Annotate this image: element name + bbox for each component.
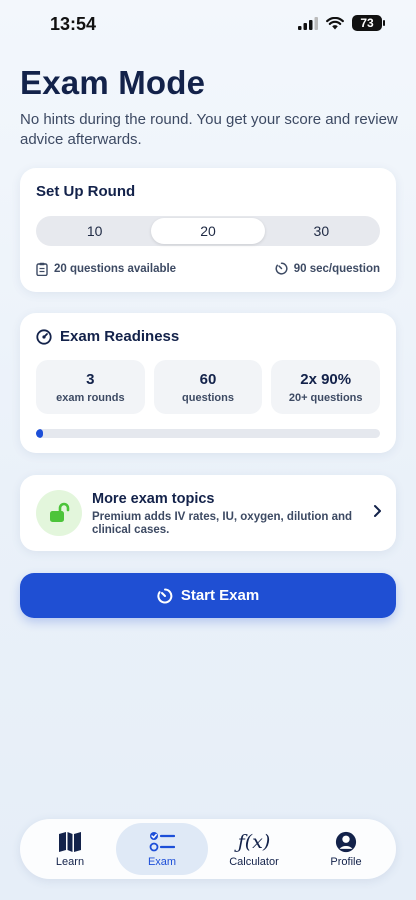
cellular-signal-icon <box>298 16 318 30</box>
unlocked-padlock-icon <box>50 502 70 522</box>
battery-level: 73 <box>360 16 374 30</box>
questions-available-text: 20 questions available <box>54 263 177 275</box>
tab-learn[interactable]: Learn <box>24 823 116 875</box>
chevron-right-icon <box>374 505 381 517</box>
readiness-stats: 3 exam rounds 60 questions 2x 90% 20+ qu… <box>36 360 381 414</box>
person-icon <box>335 831 357 852</box>
setup-round-card: Set Up Round 10 20 30 20 questions avail… <box>20 168 396 292</box>
exam-readiness-card: Exam Readiness 3 exam rounds 60 question… <box>20 313 396 453</box>
stat-high-scores: 2x 90% 20+ questions <box>271 360 381 414</box>
question-count-option-30[interactable]: 30 <box>265 218 378 244</box>
battery-icon: 73 <box>352 15 385 31</box>
status-icons: 73 <box>298 15 385 31</box>
gauge-icon <box>36 328 52 345</box>
question-count-selector[interactable]: 10 20 30 <box>36 216 380 246</box>
stat-value: 3 <box>86 370 95 388</box>
tab-profile[interactable]: Profile <box>300 823 392 875</box>
exam-readiness-header: Exam Readiness <box>36 328 179 345</box>
wifi-icon <box>326 16 344 29</box>
tab-label: Exam <box>147 855 177 868</box>
page-subtitle: No hints during the round. You get your … <box>20 111 398 148</box>
stat-exam-rounds: 3 exam rounds <box>36 360 145 414</box>
map-icon <box>59 831 81 852</box>
start-exam-button[interactable]: Start Exam <box>20 573 396 618</box>
tab-exam[interactable]: Exam <box>116 823 208 875</box>
unlock-badge <box>36 490 82 536</box>
stat-label: questions <box>182 391 234 404</box>
function-icon: ƒ(x) <box>237 830 271 853</box>
stat-label: 20+ questions <box>288 391 363 404</box>
readiness-progress-bar <box>36 429 380 438</box>
premium-description: Premium adds IV rates, IU, oxygen, dilut… <box>92 511 353 536</box>
status-time: 13:54 <box>50 14 97 34</box>
setup-round-title: Set Up Round <box>36 183 136 200</box>
stat-questions: 60 questions <box>153 360 263 414</box>
tab-label: Calculator <box>229 855 279 868</box>
stat-value: 60 <box>199 370 217 388</box>
bottom-tab-bar: Learn Exam ƒ(x) Calculator Profile <box>20 819 396 879</box>
exam-readiness-title: Exam Readiness <box>60 328 180 345</box>
stat-label: exam rounds <box>56 391 125 404</box>
timer-icon <box>275 262 288 275</box>
tab-calculator[interactable]: ƒ(x) Calculator <box>208 823 300 875</box>
premium-topics-card[interactable]: More exam topics Premium adds IV rates, … <box>20 475 396 551</box>
tab-label: Learn <box>55 855 85 868</box>
question-count-option-10[interactable]: 10 <box>38 218 151 244</box>
questions-available: 20 questions available <box>36 262 176 276</box>
stat-value: 2x 90% <box>300 370 352 388</box>
tab-label: Profile <box>330 855 362 868</box>
start-exam-label: Start Exam <box>180 587 260 604</box>
clipboard-icon <box>36 262 48 276</box>
premium-title: More exam topics <box>92 491 215 507</box>
question-count-option-20[interactable]: 20 <box>151 218 265 244</box>
status-bar: 13:54 73 <box>0 0 416 50</box>
time-per-question-text: 90 sec/question <box>293 262 380 275</box>
time-per-question: 90 sec/question <box>275 262 380 275</box>
checklist-icon <box>149 831 175 851</box>
timer-icon <box>157 588 173 603</box>
page-title: Exam Mode <box>20 64 206 101</box>
readiness-progress-fill <box>36 429 43 438</box>
